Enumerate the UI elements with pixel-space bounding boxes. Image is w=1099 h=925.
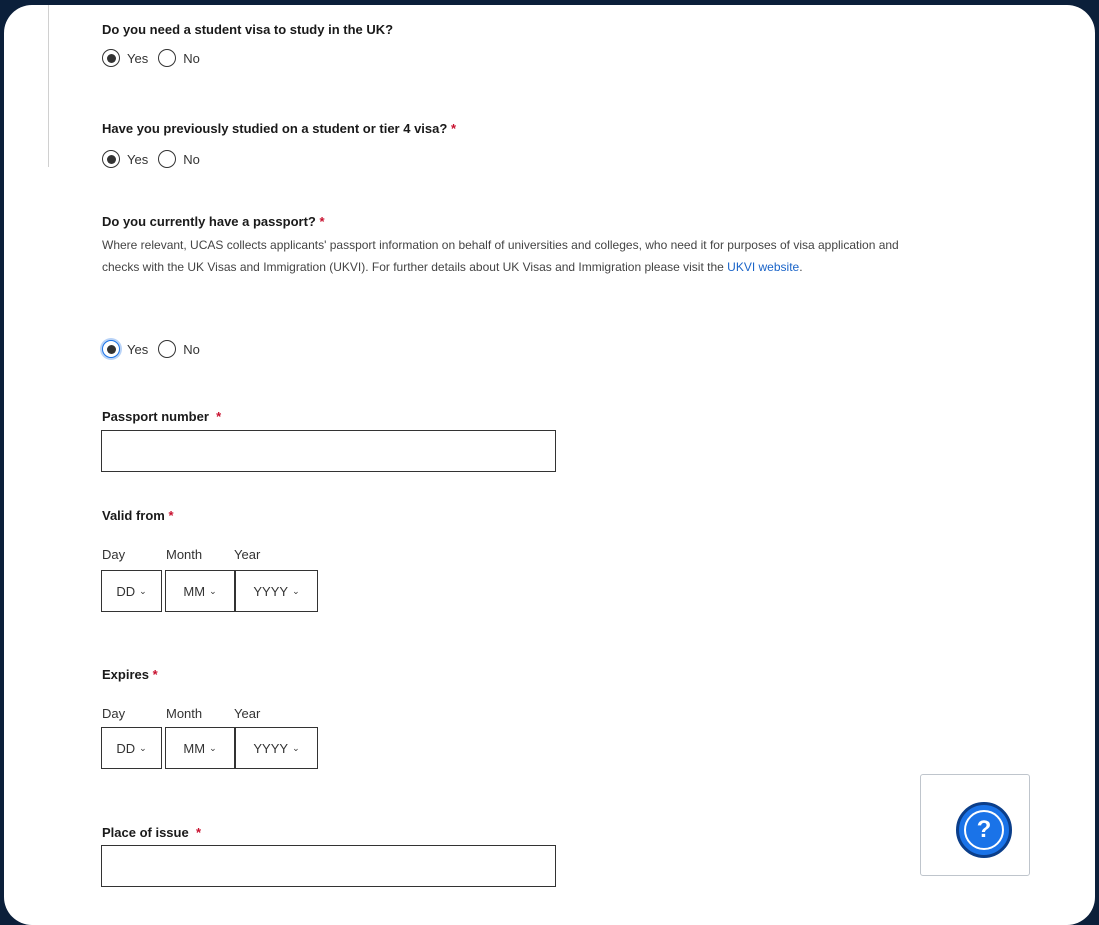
expires-year-select[interactable]: YYYY ⌄: [235, 727, 318, 769]
question-passport: Do you currently have a passport? *: [102, 214, 325, 229]
radio-visa-no[interactable]: [158, 49, 177, 67]
expires-label: Expires *: [102, 667, 158, 682]
place-of-issue-input[interactable]: [101, 845, 556, 887]
radio-label-yes: Yes: [127, 341, 149, 357]
valid-from-label: Valid from *: [102, 508, 174, 523]
required-marker: *: [216, 409, 222, 424]
radio-passport-yes[interactable]: [102, 340, 120, 358]
help-widget: ?: [920, 774, 1030, 876]
radio-label-yes: Yes: [127, 50, 149, 66]
help-button[interactable]: ?: [956, 802, 1012, 858]
radio-visa-yes[interactable]: [102, 49, 120, 67]
radio-previous-yes[interactable]: [102, 150, 120, 168]
required-marker: *: [450, 121, 456, 136]
left-divider: [48, 5, 49, 167]
expires-month-select[interactable]: MM ⌄: [165, 727, 235, 769]
place-of-issue-label: Place of issue *: [102, 825, 202, 840]
year-label: Year: [234, 706, 261, 721]
question-icon: ?: [964, 810, 1004, 850]
chevron-down-icon: ⌄: [209, 742, 217, 753]
month-label: Month: [166, 547, 203, 562]
day-label: Day: [102, 547, 126, 562]
radio-previous-no[interactable]: [158, 150, 177, 168]
valid-from-month-select[interactable]: MM ⌄: [165, 570, 235, 612]
chevron-down-icon: ⌄: [139, 585, 147, 596]
radio-label-no: No: [183, 50, 200, 66]
valid-from-day-select[interactable]: DD ⌄: [101, 570, 162, 612]
radio-label-yes: Yes: [127, 151, 149, 167]
radio-group-previous-visa: Yes No: [102, 150, 210, 168]
required-marker: *: [319, 214, 325, 229]
chevron-down-icon: ⌄: [292, 585, 300, 596]
passport-number-input[interactable]: [101, 430, 556, 472]
radio-group-passport: Yes No: [102, 340, 210, 358]
required-marker: *: [195, 825, 202, 840]
question-student-visa: Do you need a student visa to study in t…: [102, 22, 394, 37]
chevron-down-icon: ⌄: [209, 585, 217, 596]
radio-label-no: No: [183, 341, 200, 357]
expires-day-select[interactable]: DD ⌄: [101, 727, 162, 769]
ukvi-website-link[interactable]: UKVI website: [727, 260, 799, 274]
radio-passport-no[interactable]: [158, 340, 177, 358]
radio-group-student-visa: Yes No: [102, 49, 210, 67]
required-marker: *: [168, 508, 174, 523]
year-label: Year: [234, 547, 261, 562]
month-label: Month: [166, 706, 203, 721]
valid-from-year-select[interactable]: YYYY ⌄: [235, 570, 318, 612]
question-previous-visa: Have you previously studied on a student…: [102, 121, 456, 136]
chevron-down-icon: ⌄: [292, 742, 300, 753]
required-marker: *: [152, 667, 158, 682]
form-card: Do you need a student visa to study in t…: [4, 5, 1095, 925]
radio-label-no: No: [183, 151, 200, 167]
chevron-down-icon: ⌄: [139, 742, 147, 753]
day-label: Day: [102, 706, 126, 721]
passport-number-label: Passport number *: [102, 409, 222, 424]
passport-help-text: Where relevant, UCAS collects applicants…: [102, 238, 899, 274]
